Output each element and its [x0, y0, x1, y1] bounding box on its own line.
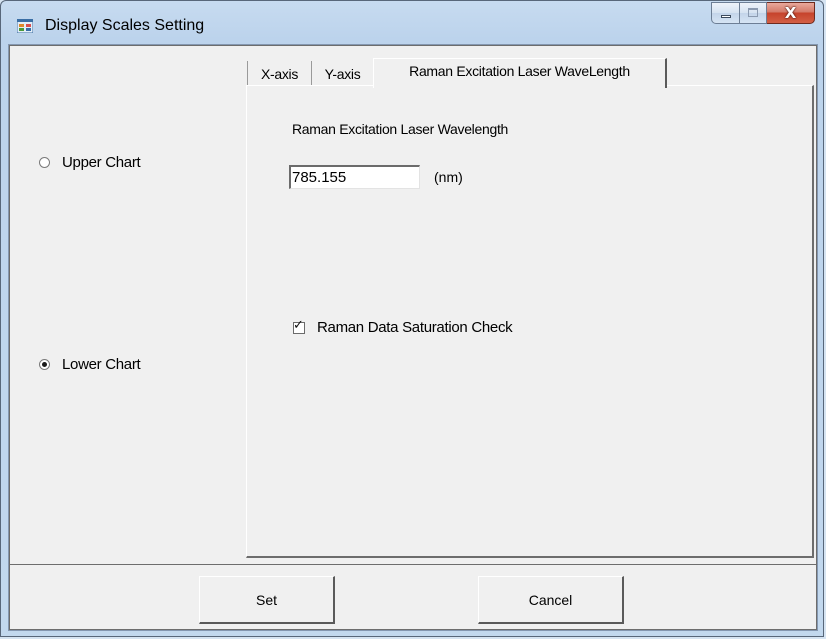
- maximize-icon: [748, 8, 758, 17]
- saturation-check-label: Raman Data Saturation Check: [317, 319, 513, 336]
- wavelength-label: Raman Excitation Laser Wavelength: [292, 121, 509, 137]
- set-button[interactable]: Set: [199, 576, 335, 624]
- dialog-window: Display Scales Setting X Upper Chart Low…: [0, 0, 824, 637]
- wavelength-input[interactable]: [289, 165, 420, 189]
- window-title: Display Scales Setting: [45, 17, 205, 34]
- upper-chart-radio[interactable]: Upper Chart: [39, 154, 141, 171]
- content-frame: Upper Chart Lower Chart X-axis Y-axis Ra…: [9, 45, 817, 565]
- minimize-button[interactable]: [711, 2, 740, 24]
- minimize-icon: [721, 15, 731, 18]
- form-app-icon: [17, 19, 33, 33]
- tab-raman-excitation-laser-wavelength[interactable]: Raman Excitation Laser WaveLength: [373, 58, 667, 88]
- maximize-button[interactable]: [740, 2, 767, 24]
- close-button[interactable]: X: [767, 2, 815, 24]
- upper-chart-label: Upper Chart: [62, 154, 141, 171]
- caption-buttons: X: [711, 2, 815, 24]
- saturation-check[interactable]: ✓ Raman Data Saturation Check: [293, 318, 513, 336]
- upper-chart-radio-circle[interactable]: [39, 157, 50, 168]
- title-bar[interactable]: Display Scales Setting X: [1, 1, 823, 45]
- check-icon: ✓: [293, 317, 304, 333]
- lower-chart-radio[interactable]: Lower Chart: [39, 356, 141, 373]
- lower-chart-radio-circle[interactable]: [39, 359, 50, 370]
- tab-panel-raman-laser: Raman Excitation Laser Wavelength (nm) ✓…: [246, 85, 814, 558]
- lower-chart-label: Lower Chart: [62, 356, 141, 373]
- tab-x-axis[interactable]: X-axis: [247, 61, 312, 85]
- wavelength-unit-label: (nm): [434, 169, 463, 185]
- saturation-checkbox[interactable]: ✓: [293, 318, 305, 334]
- dialog-client-area: Upper Chart Lower Chart X-axis Y-axis Ra…: [8, 44, 818, 631]
- close-icon: X: [784, 4, 797, 22]
- tab-y-axis[interactable]: Y-axis: [311, 61, 374, 85]
- cancel-button[interactable]: Cancel: [478, 576, 624, 624]
- button-bar: Set Cancel: [9, 565, 817, 630]
